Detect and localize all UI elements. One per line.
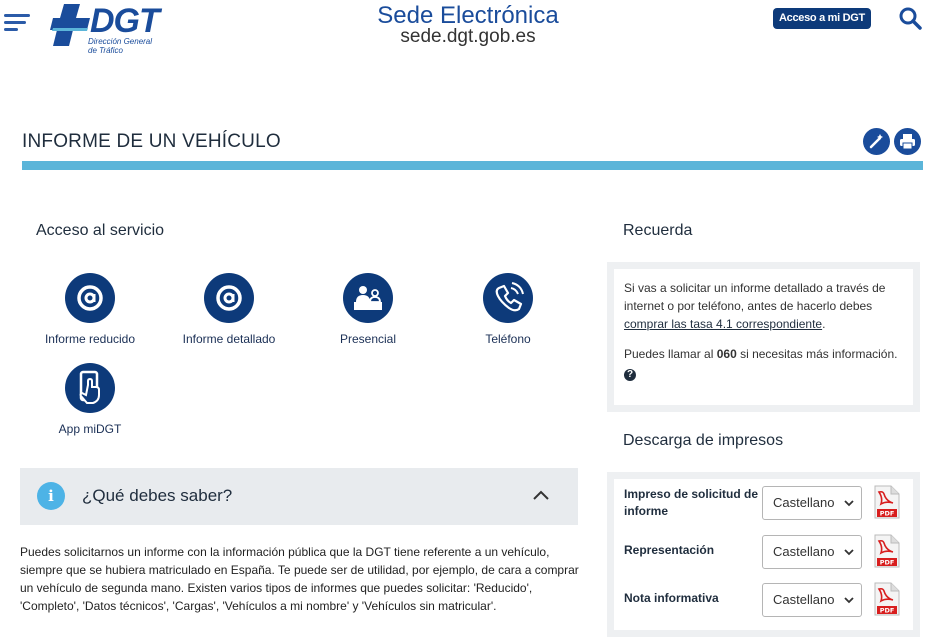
person-desk-icon bbox=[343, 273, 393, 323]
search-icon[interactable] bbox=[898, 6, 922, 30]
download-row: Representación Castellano PDF bbox=[614, 528, 913, 576]
download-label: Representación bbox=[624, 543, 715, 557]
at-sign-icon bbox=[65, 273, 115, 323]
download-label: Nota informativa bbox=[624, 591, 719, 605]
pdf-icon[interactable]: PDF bbox=[871, 581, 901, 617]
acceso-heading: Acceso al servicio bbox=[36, 222, 165, 239]
page-title: INFORME DE UN VEHÍCULO bbox=[22, 131, 281, 152]
recuerda-paragraph-2: Puedes llamar al 060 si necesitas más in… bbox=[624, 347, 898, 381]
recuerda-paragraph-1: Si vas a solicitar un informe detallado … bbox=[624, 281, 886, 331]
recuerda-heading: Recuerda bbox=[623, 222, 693, 239]
download-row: Impreso de solicitud de informe Castella… bbox=[614, 479, 913, 527]
svg-text:PDF: PDF bbox=[880, 559, 895, 567]
service-telefono[interactable]: Teléfono bbox=[438, 273, 578, 346]
language-select[interactable]: Castellano bbox=[762, 535, 862, 569]
edit-button[interactable] bbox=[863, 128, 890, 155]
descarga-panel: Impreso de solicitud de informe Castella… bbox=[607, 472, 920, 637]
recuerda-panel: Si vas a solicitar un informe detallado … bbox=[607, 262, 920, 412]
download-label: Impreso de solicitud de informe bbox=[624, 487, 759, 518]
service-informe-detallado[interactable]: Informe detallado bbox=[159, 273, 299, 346]
faq-body-text: Puedes solicitarnos un informe con la in… bbox=[20, 545, 579, 613]
faq-accordion-header[interactable]: i ¿Qué debes saber? bbox=[20, 468, 578, 525]
svg-text:PDF: PDF bbox=[880, 510, 895, 518]
mobile-app-icon bbox=[65, 363, 115, 413]
title-underline-bar bbox=[22, 161, 923, 170]
service-label: Teléfono bbox=[485, 332, 531, 346]
question-icon[interactable]: ? bbox=[624, 369, 636, 381]
service-app-midgt[interactable]: App miDGT bbox=[20, 363, 160, 436]
phone-icon bbox=[483, 273, 533, 323]
faq-title: ¿Qué debes saber? bbox=[82, 486, 233, 505]
printer-icon bbox=[900, 134, 915, 150]
service-label: App miDGT bbox=[58, 422, 122, 436]
chevron-down-icon bbox=[844, 597, 854, 604]
service-label: Informe reducido bbox=[44, 332, 136, 346]
service-label: Presencial bbox=[339, 332, 397, 346]
language-select[interactable]: Castellano bbox=[762, 486, 862, 520]
recuerda-panel-inner: Si vas a solicitar un informe detallado … bbox=[614, 269, 913, 405]
site-url: sede.dgt.gob.es bbox=[400, 26, 536, 47]
acceso-mi-dgt-button[interactable]: Acceso a mi DGT bbox=[773, 8, 871, 29]
descarga-heading: Descarga de impresos bbox=[623, 432, 784, 449]
info-icon: i bbox=[37, 482, 65, 510]
pdf-icon[interactable]: PDF bbox=[871, 533, 901, 569]
descarga-panel-inner: Impreso de solicitud de informe Castella… bbox=[614, 479, 913, 630]
chevron-down-icon bbox=[844, 500, 854, 507]
at-sign-icon bbox=[204, 273, 254, 323]
service-label: Informe detallado bbox=[182, 332, 276, 346]
service-informe-reducido[interactable]: Informe reducido bbox=[20, 273, 160, 346]
svg-text:PDF: PDF bbox=[880, 607, 895, 615]
pdf-icon[interactable]: PDF bbox=[871, 484, 901, 520]
service-presencial[interactable]: Presencial bbox=[298, 273, 438, 346]
comprar-tasa-link[interactable]: comprar las tasa 4.1 correspondiente bbox=[624, 317, 822, 331]
chevron-up-icon[interactable] bbox=[532, 488, 550, 502]
language-select[interactable]: Castellano bbox=[762, 583, 862, 617]
download-row: Nota informativa Castellano PDF bbox=[614, 576, 913, 624]
magic-wand-icon bbox=[869, 134, 883, 149]
chevron-down-icon bbox=[844, 549, 854, 556]
print-button[interactable] bbox=[894, 128, 921, 155]
